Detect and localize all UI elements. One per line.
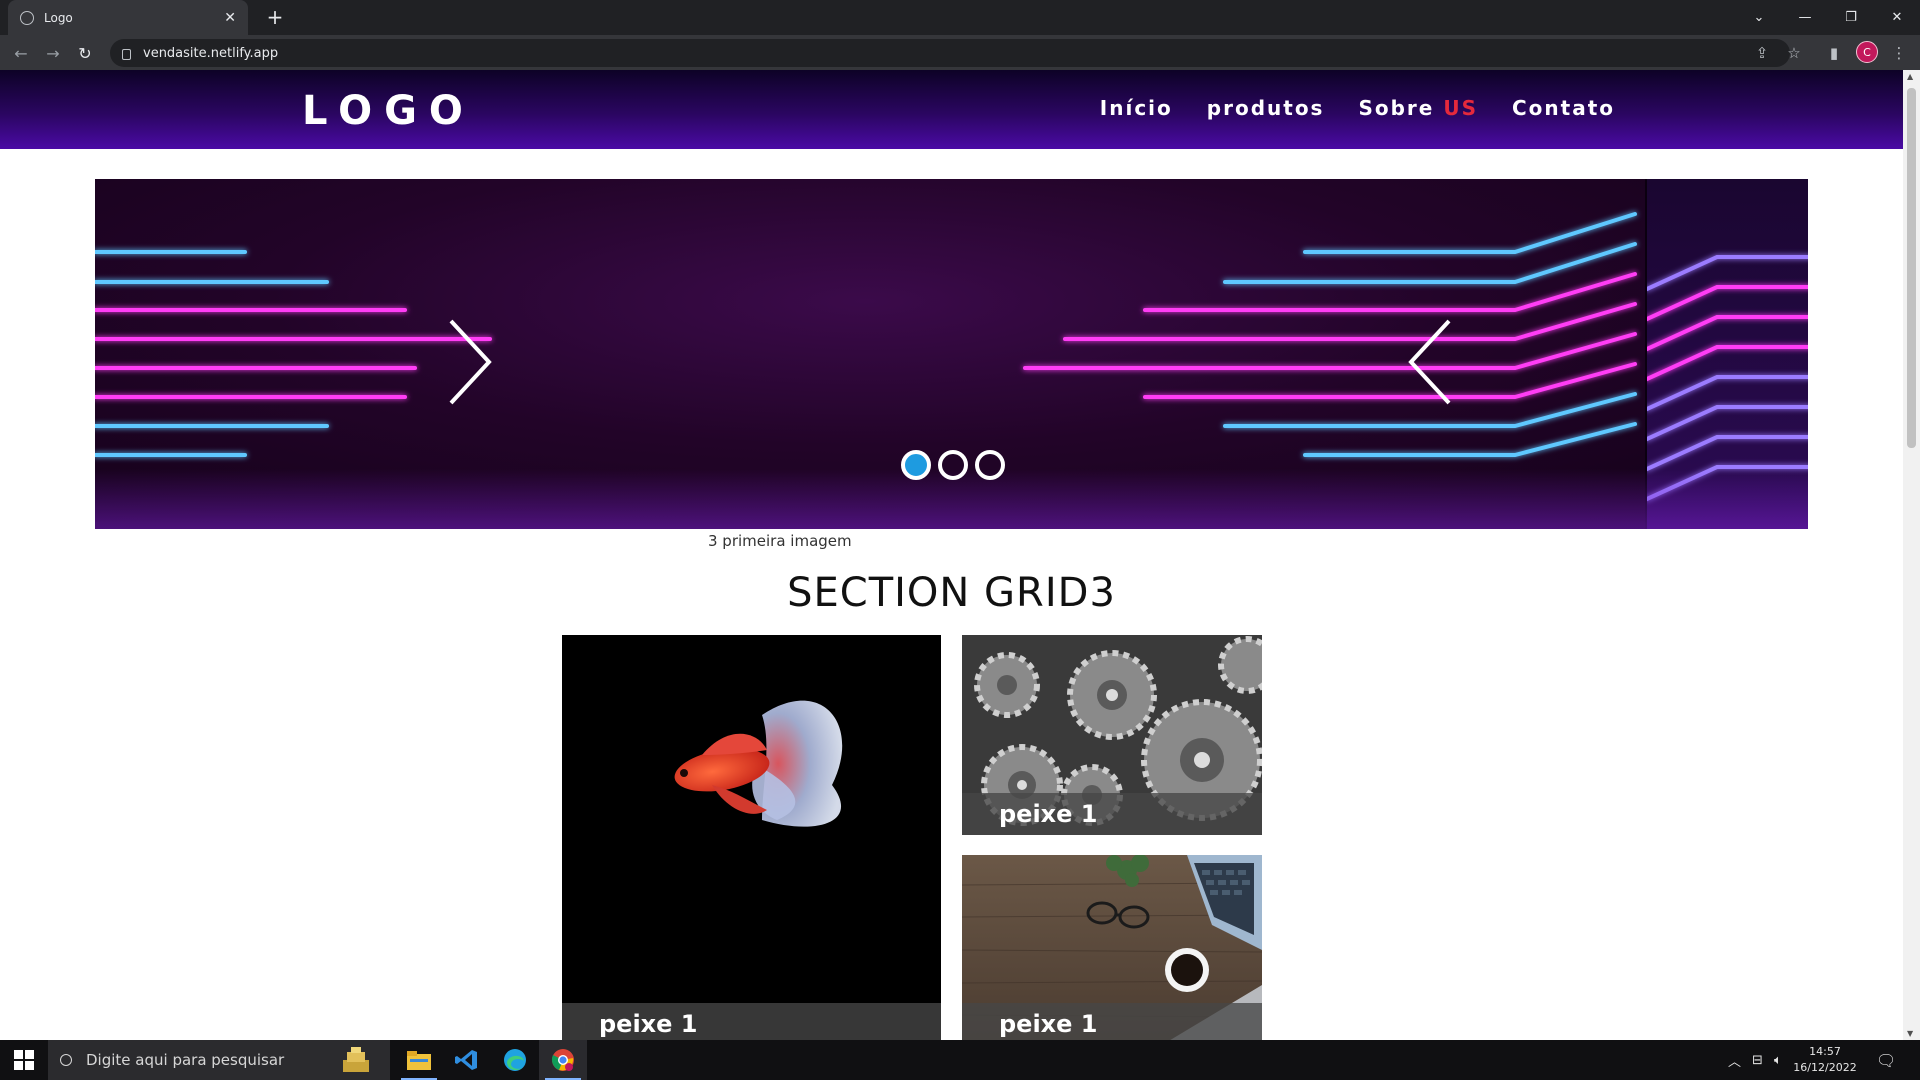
volume-icon[interactable]: 🔈︎ (1774, 1040, 1782, 1080)
close-window-icon[interactable]: ✕ (1874, 0, 1920, 35)
main-nav: Início produtos Sobre US Contato (1100, 96, 1615, 120)
edge-icon[interactable] (491, 1040, 539, 1080)
tray-chevron-icon[interactable]: ︿ (1728, 1040, 1741, 1080)
slider-caption: 3 primeira imagem (708, 532, 852, 550)
browser-tabbar: Logo ✕ + ⌄ — ❐ ✕ (0, 0, 1920, 35)
forward-icon[interactable]: → (40, 40, 66, 66)
nav-link-sobre[interactable]: Sobre US (1358, 96, 1478, 120)
slider-dot-1[interactable] (901, 450, 931, 480)
url-text: vendasite.netlify.app (143, 45, 279, 61)
restore-icon[interactable]: ❐ (1828, 0, 1874, 35)
slider-dot-3[interactable] (975, 450, 1005, 480)
section-title: SECTION GRID3 (787, 570, 1116, 616)
tab-title: Logo (44, 10, 73, 25)
grid-card[interactable]: peixe 1 (962, 635, 1262, 835)
globe-icon (20, 10, 34, 25)
clock-time: 14:57 (1809, 1045, 1841, 1058)
chrome-icon[interactable] (539, 1040, 587, 1080)
share-icon[interactable]: ⇪ (1750, 41, 1774, 65)
notifications-icon[interactable]: 🗨︎ (1876, 1040, 1896, 1080)
next-arrow-icon[interactable] (445, 317, 495, 407)
file-explorer-icon[interactable] (395, 1040, 443, 1080)
prev-arrow-icon[interactable] (1405, 317, 1455, 407)
taskbar-clock[interactable]: 14:57 16/12/2022 (1790, 1044, 1860, 1076)
page-scrollbar[interactable]: ▲ ▼ (1903, 70, 1920, 1040)
network-icon[interactable]: ⊟ (1752, 1040, 1763, 1080)
address-bar[interactable]: vendasite.netlify.app (110, 39, 1790, 67)
card-label: peixe 1 (962, 1003, 1262, 1040)
close-tab-icon[interactable]: ✕ (224, 10, 236, 26)
browser-toolbar: ← → ↻ vendasite.netlify.app ⇪ ☆ ▮ ⋮ (0, 35, 1920, 70)
vscode-icon[interactable] (443, 1040, 491, 1080)
betta-fish-image (674, 700, 843, 827)
scroll-down-icon[interactable]: ▼ (1907, 1029, 1913, 1038)
hero-slider (95, 179, 1808, 529)
minimize-icon[interactable]: — (1782, 0, 1828, 35)
card-label: peixe 1 (562, 1003, 941, 1040)
scroll-up-icon[interactable]: ▲ (1907, 72, 1913, 81)
clock-date: 16/12/2022 (1793, 1061, 1857, 1074)
menu-kebab-icon[interactable]: ⋮ (1887, 41, 1911, 65)
taskbar-search-placeholder: Digite aqui para pesquisar (86, 1051, 285, 1069)
site-header: LOGO Início produtos Sobre US Contato (0, 70, 1903, 149)
bookmark-star-icon[interactable]: ☆ (1782, 41, 1806, 65)
slider-dots (901, 450, 1005, 480)
slider-dot-2[interactable] (938, 450, 968, 480)
browser-tab[interactable]: Logo ✕ (8, 0, 248, 35)
lock-icon (122, 48, 131, 60)
nav-us-text: US (1443, 96, 1478, 120)
search-icon (60, 1054, 72, 1066)
back-icon[interactable]: ← (8, 40, 34, 66)
windows-start-icon[interactable] (14, 1050, 34, 1070)
new-tab-button[interactable]: + (262, 4, 288, 30)
search-highlight-icon[interactable] (322, 1040, 388, 1080)
windows-taskbar: Digite aqui para pesquisar ︿ ⊟ 🔈︎ 14:57 … (0, 1040, 1920, 1080)
side-panel-icon[interactable]: ▮ (1822, 41, 1846, 65)
card-label: peixe 1 (962, 793, 1262, 835)
grid-card[interactable]: peixe 1 (562, 635, 941, 1040)
profile-avatar[interactable]: C (1856, 41, 1878, 63)
nav-link-contato[interactable]: Contato (1512, 96, 1615, 120)
page-viewport: LOGO Início produtos Sobre US Contato 3 … (0, 70, 1903, 1040)
grid-card[interactable]: peixe 1 (962, 855, 1262, 1040)
reload-icon[interactable]: ↻ (72, 40, 98, 66)
site-logo[interactable]: LOGO (302, 88, 475, 134)
tab-search-chevron-icon[interactable]: ⌄ (1736, 0, 1782, 35)
scrollbar-thumb[interactable] (1907, 88, 1916, 448)
nav-sobre-text: Sobre (1358, 96, 1435, 120)
nav-link-produtos[interactable]: produtos (1207, 96, 1325, 120)
nav-link-inicio[interactable]: Início (1100, 96, 1173, 120)
